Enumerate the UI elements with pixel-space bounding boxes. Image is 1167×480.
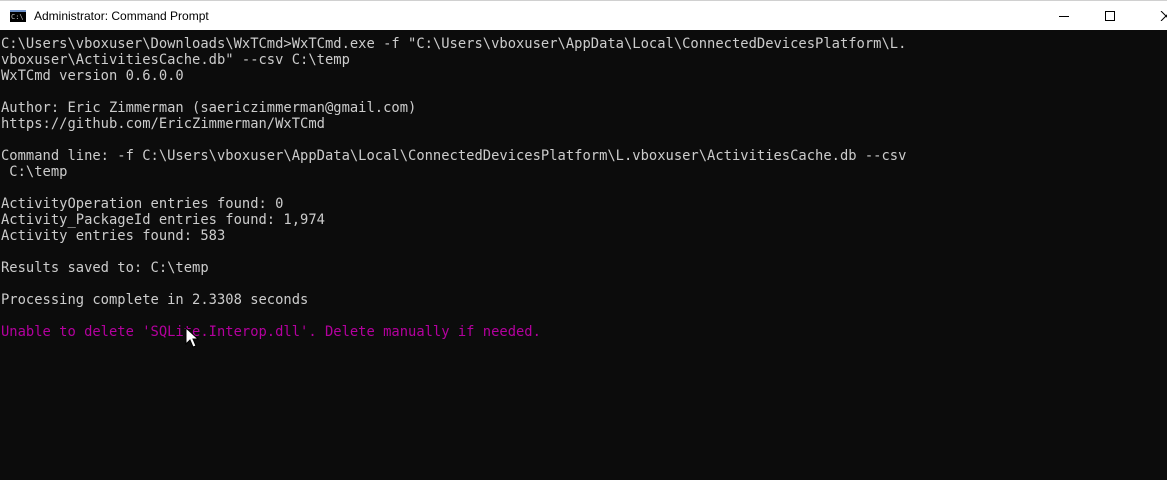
close-button[interactable]	[1133, 1, 1167, 31]
console-output[interactable]: C:\Users\vboxuser\Downloads\WxTCmd>WxTCm…	[0, 36, 1167, 480]
minimize-icon	[1059, 16, 1069, 17]
console-line: Activity entries found: 583	[1, 228, 226, 244]
minimize-button[interactable]	[1041, 1, 1087, 31]
console-line: https://github.com/EricZimmerman/WxTCmd	[1, 116, 325, 132]
window-title: Administrator: Command Prompt	[34, 8, 209, 23]
console-line: C:\Users\vboxuser\Downloads\WxTCmd>WxTCm…	[1, 36, 907, 52]
console-line: Author: Eric Zimmerman (saericzimmerman@…	[1, 100, 417, 116]
close-icon	[1160, 11, 1167, 21]
console-line: C:\temp	[1, 164, 68, 180]
maximize-button[interactable]	[1087, 1, 1133, 31]
console-line: Activity_PackageId entries found: 1,974	[1, 212, 325, 228]
console-line: ActivityOperation entries found: 0	[1, 196, 284, 212]
mouse-pointer-icon	[185, 327, 200, 348]
cmd-icon-text: C:\	[11, 12, 24, 21]
console-line: Command line: -f C:\Users\vboxuser\AppDa…	[1, 148, 907, 164]
maximize-icon	[1105, 11, 1115, 21]
window-controls	[1041, 1, 1167, 31]
title-bar[interactable]: C:\ Administrator: Command Prompt	[0, 0, 1167, 30]
command-prompt-window: C:\ Administrator: Command Prompt C:\Use…	[0, 0, 1167, 480]
console-line: Results saved to: C:\temp	[1, 260, 209, 276]
cmd-icon[interactable]: C:\	[10, 9, 26, 22]
console-line: WxTCmd version 0.6.0.0	[1, 68, 184, 84]
console-line: Processing complete in 2.3308 seconds	[1, 292, 309, 308]
console-line: vboxuser\ActivitiesCache.db" --csv C:\te…	[1, 52, 350, 68]
console-error-line: Unable to delete 'SQLite.Interop.dll'. D…	[1, 324, 541, 340]
